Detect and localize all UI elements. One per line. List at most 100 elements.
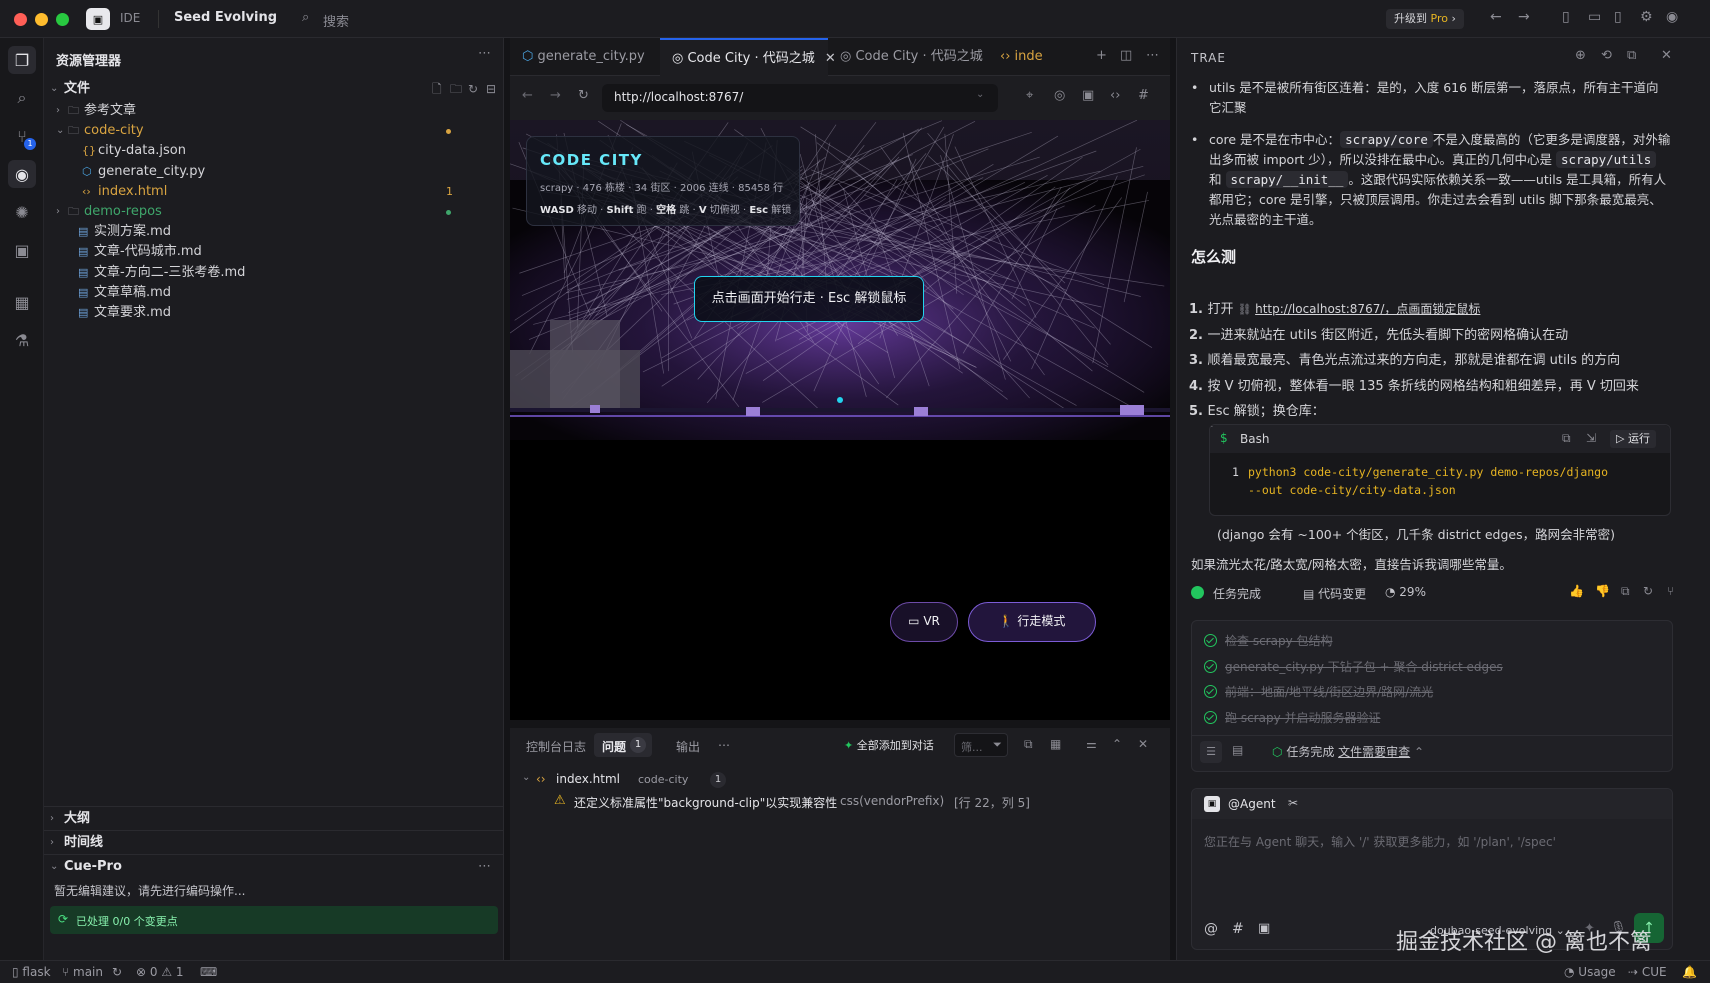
reload-icon[interactable]: ↻ — [578, 88, 589, 103]
source-control-icon[interactable]: ⑂ 1 — [8, 122, 36, 150]
tree-item[interactable]: ‹› index.html 1 — [44, 181, 504, 203]
files-section-header[interactable]: ⌄ 文件 🗋 🗀 ↻ ⊟ — [44, 78, 504, 100]
filter-icon[interactable]: ⏷ — [993, 738, 1002, 752]
search-input[interactable]: 搜索 — [323, 11, 349, 30]
cue-item[interactable]: ⇢ CUE — [1628, 965, 1667, 979]
refresh-icon[interactable]: ↻ — [468, 78, 478, 100]
preview-eye-icon[interactable]: ◉ — [8, 160, 36, 188]
tools-icon[interactable]: ✂ — [1288, 796, 1298, 810]
tab-problems[interactable]: 问题 1 — [594, 733, 652, 757]
code-city-viewport[interactable]: CODE CITY scrapy · 476 栋楼 · 34 街区 · 2006… — [510, 120, 1170, 720]
tree-item[interactable]: ▤ 文章-方向二-三张考卷.md — [44, 262, 504, 284]
close-panel-icon[interactable]: ✕ — [1138, 737, 1148, 751]
run-button[interactable]: ▷ 运行 — [1610, 430, 1656, 448]
mention-icon[interactable]: @ — [1204, 921, 1218, 937]
copy-icon[interactable]: ⧉ — [1562, 431, 1571, 446]
chevron-down-icon[interactable]: ⌄ — [266, 10, 274, 21]
tab-console-log[interactable]: 控制台日志 — [526, 738, 586, 755]
workspace-item[interactable]: ▯ flask — [12, 965, 51, 979]
url-bar[interactable]: http://localhost:8767/ ⌄ — [602, 84, 998, 112]
more-icon[interactable]: ⋯ — [1146, 48, 1159, 63]
image-icon[interactable]: ▣ — [1258, 921, 1270, 936]
account-icon[interactable]: ◉ — [1666, 9, 1678, 25]
maximize-window-button[interactable] — [56, 13, 69, 26]
minimize-window-button[interactable] — [35, 13, 48, 26]
hash-icon[interactable]: # — [1232, 921, 1244, 937]
problems-item[interactable]: ⊗ 0 ⚠ 1 — [136, 965, 184, 979]
copy-icon[interactable]: ⧉ — [1621, 584, 1630, 599]
extensions-icon[interactable]: ▦ — [8, 288, 36, 316]
review-files-link[interactable]: 文件需要审查 — [1338, 745, 1410, 759]
more-icon[interactable]: ⋯ — [478, 856, 491, 878]
tab-code-city-active[interactable]: ◎ Code City · 代码之城 ✕ — [660, 38, 836, 76]
history-icon[interactable]: ⟲ — [1601, 48, 1612, 63]
tab-code-city[interactable]: ◎ Code City · 代码之城 — [828, 38, 988, 76]
tree-item[interactable]: ▤ 文章-代码城市.md — [44, 241, 504, 263]
branch-icon[interactable]: ⑂ — [1667, 584, 1674, 598]
vr-button[interactable]: ▭ VR — [890, 602, 958, 642]
timeline-section[interactable]: › 时间线 — [44, 832, 504, 854]
app-logo-icon[interactable]: ▣ — [86, 8, 110, 30]
split-editor-icon[interactable]: ◫ — [1120, 48, 1132, 63]
maximize-panel-icon[interactable]: ⌃ — [1112, 737, 1122, 751]
inspect-icon[interactable]: ⌖ — [1026, 88, 1033, 103]
tab-generate-city[interactable]: ⬡ generate_city.py — [510, 38, 660, 76]
forward-arrow-icon[interactable]: → — [550, 88, 561, 103]
code-icon[interactable]: ‹› — [1110, 88, 1120, 103]
problem-file-row[interactable]: ⌄ ‹› index.html code-city 1 — [522, 770, 1162, 790]
add-all-to-chat-button[interactable]: ✦ 全部添加到对话 — [844, 737, 934, 753]
step-link[interactable]: http://localhost:8767/，点画面锁定鼠标 — [1255, 302, 1480, 316]
table-view-icon[interactable]: ▦ — [1050, 737, 1061, 751]
code-changes-link[interactable]: ▤ 代码变更 — [1303, 585, 1366, 602]
testing-icon[interactable]: ⚗ — [8, 326, 36, 354]
close-icon[interactable]: ✕ — [1661, 48, 1672, 63]
outline-section[interactable]: › 大纲 — [44, 808, 504, 830]
usage-item[interactable]: ◔ Usage — [1564, 965, 1616, 979]
hash-icon[interactable]: # — [1138, 88, 1149, 103]
tree-item[interactable]: ⬡ generate_city.py — [44, 161, 504, 183]
upgrade-button[interactable]: 升级到 Pro › — [1386, 9, 1464, 29]
retry-icon[interactable]: ↻ — [1643, 584, 1653, 598]
capture-icon[interactable]: ◎ — [1054, 88, 1065, 103]
cue-pro-section[interactable]: ⌄ Cue-Pro ⋯ — [44, 856, 504, 878]
remote-icon[interactable]: ▣ — [8, 236, 36, 264]
back-arrow-icon[interactable]: ← — [522, 88, 533, 103]
new-file-icon[interactable]: 🗋 — [432, 78, 442, 100]
explorer-icon[interactable]: ❐ — [8, 46, 36, 74]
walk-mode-button[interactable]: 🚶 行走模式 — [968, 602, 1096, 642]
toggle-bottom-panel-icon[interactable]: ▭ — [1588, 9, 1601, 25]
tree-item[interactable]: › 🗀 demo-repos — [44, 201, 504, 223]
tab-index-html[interactable]: ‹› inde — [988, 38, 1058, 76]
search-files-icon[interactable]: ⌕ — [8, 84, 36, 112]
tree-item[interactable]: {} city-data.json — [44, 140, 504, 162]
more-icon[interactable]: ⋯ — [718, 738, 730, 752]
agent-selector[interactable]: @Agent — [1228, 797, 1276, 811]
branch-item[interactable]: ⑂ main — [62, 965, 103, 979]
chat-input[interactable]: 您正在与 Agent 聊天，输入 '/' 获取更多能力，如 '/plan', '… — [1204, 833, 1556, 850]
new-tab-icon[interactable]: + — [1096, 48, 1107, 63]
project-switcher[interactable]: Seed Evolving — [174, 10, 277, 25]
tree-item[interactable]: ▤ 实测方案.md — [44, 221, 504, 243]
thumbs-down-icon[interactable]: 👎 — [1595, 584, 1610, 598]
responsive-icon[interactable]: ▣ — [1082, 88, 1094, 103]
debug-icon[interactable]: ✺ — [8, 198, 36, 226]
popout-icon[interactable]: ⧉ — [1627, 48, 1636, 63]
more-icon[interactable]: ⋯ — [478, 46, 491, 61]
start-walk-prompt[interactable]: 点击画面开始行走 · Esc 解锁鼠标 — [694, 276, 924, 322]
tree-item[interactable]: ▤ 文章草稿.md — [44, 282, 504, 304]
forward-arrow-icon[interactable]: → — [1518, 9, 1530, 25]
close-window-button[interactable] — [14, 13, 27, 26]
list-view-icon[interactable]: ☰ — [1200, 741, 1222, 763]
toggle-right-panel-icon[interactable]: ▯ — [1614, 9, 1622, 25]
back-arrow-icon[interactable]: ← — [1490, 9, 1502, 25]
thumbs-up-icon[interactable]: 👍 — [1569, 584, 1584, 598]
problem-row[interactable]: ⚠ 还定义标准属性"background-clip"以实现兼容性 css(ven… — [522, 792, 1162, 812]
tab-output[interactable]: 输出 — [676, 738, 700, 755]
sync-icon[interactable]: ↻ — [112, 965, 122, 979]
doc-icon[interactable]: ▤ — [1232, 743, 1243, 757]
keyboard-icon[interactable]: ⌨ — [200, 965, 217, 979]
new-chat-icon[interactable]: ⊕ — [1575, 48, 1586, 63]
settings-sliders-icon[interactable]: ⚌ — [1086, 737, 1097, 751]
copy-icon[interactable]: ⧉ — [1024, 737, 1033, 752]
collapse-all-icon[interactable]: ⊟ — [486, 78, 496, 100]
